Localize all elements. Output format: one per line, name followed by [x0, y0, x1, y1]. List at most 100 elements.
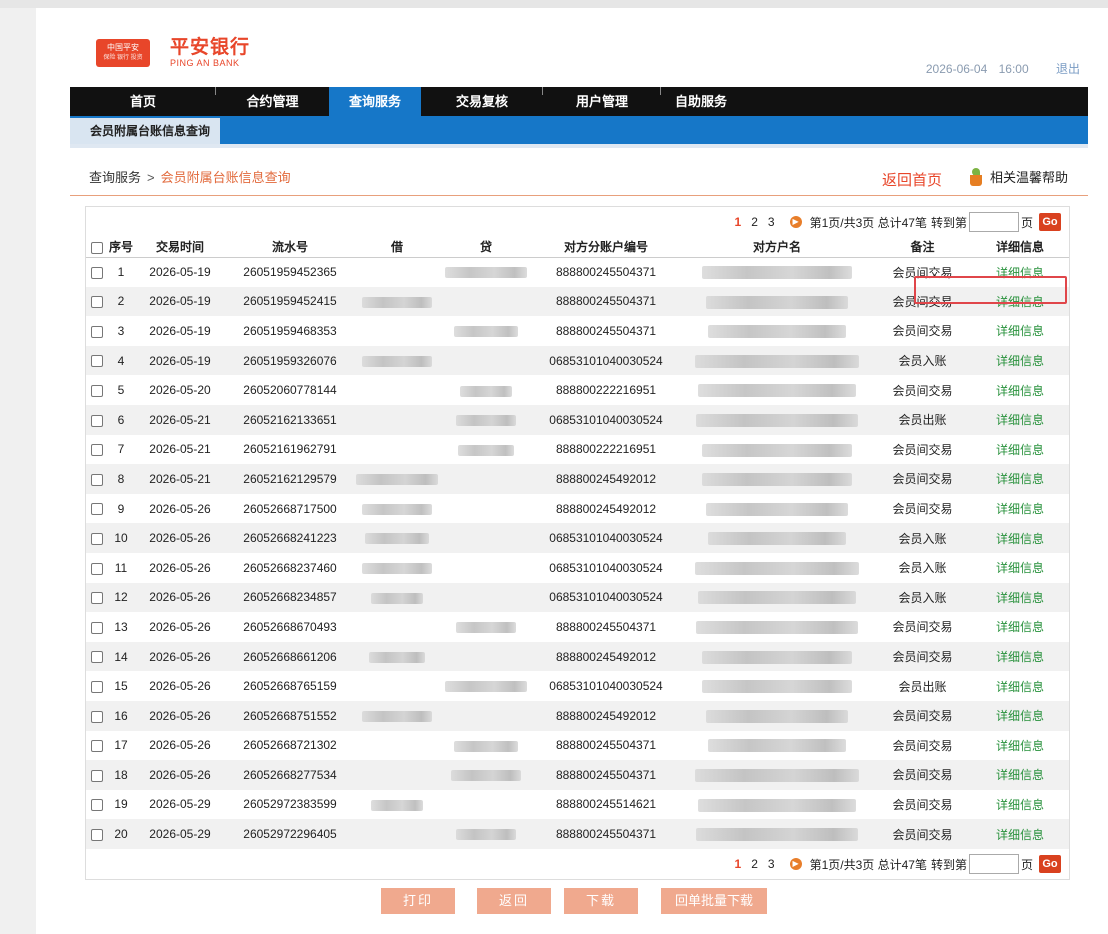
redacted-amount: [454, 740, 518, 752]
table-row: 14 2026-05-26 26052668661206 88880024549201…: [86, 641, 1069, 672]
page-link-3[interactable]: 3: [768, 857, 775, 871]
cell-debit: [354, 435, 440, 465]
table-row: 19 2026-05-29 26052972383599 88880024551462…: [86, 790, 1069, 820]
nav-self-service[interactable]: 自助服务: [661, 87, 741, 116]
cell-credit: [440, 671, 532, 701]
badge-subtext: 保险 银行 投资: [103, 55, 143, 61]
row-checkbox[interactable]: [91, 414, 103, 427]
cell-serial: 26051959452415: [226, 286, 354, 317]
row-checkbox[interactable]: [91, 296, 103, 309]
nav-user-management[interactable]: 用户管理: [543, 87, 661, 116]
page-suffix: 页: [1020, 215, 1033, 230]
detail-link[interactable]: 详细信息: [971, 582, 1069, 613]
back-button[interactable]: 返回: [477, 888, 551, 914]
row-checkbox[interactable]: [91, 828, 103, 841]
row-checkbox[interactable]: [91, 473, 103, 486]
cell-account: 888800245492012: [532, 700, 680, 731]
row-checkbox[interactable]: [91, 769, 103, 782]
sub-nav-underline: [70, 144, 1088, 148]
detail-link[interactable]: 详细信息: [971, 760, 1069, 790]
page-link-2[interactable]: 2: [751, 857, 758, 871]
redacted-amount: [362, 563, 432, 575]
row-checkbox[interactable]: [91, 592, 103, 605]
cell-memo: 会员入账: [874, 345, 971, 376]
row-checkbox[interactable]: [91, 740, 103, 753]
redacted-amount: [445, 267, 527, 279]
goto-page-input[interactable]: [968, 212, 1019, 232]
detail-link[interactable]: 详细信息: [971, 790, 1069, 820]
col-header-memo: 备注: [874, 237, 971, 258]
page-link-3[interactable]: 3: [768, 215, 775, 229]
col-header-debit: 借: [354, 237, 440, 258]
row-checkbox[interactable]: [91, 651, 103, 664]
row-checkbox[interactable]: [91, 325, 103, 338]
nav-query-service[interactable]: 查询服务: [329, 87, 421, 116]
col-header-credit: 贷: [440, 237, 532, 258]
detail-link[interactable]: 详细信息: [971, 345, 1069, 376]
cell-no: 14: [108, 641, 134, 672]
plant-icon: [968, 167, 984, 186]
detail-link[interactable]: 详细信息: [971, 671, 1069, 701]
go-button[interactable]: Go: [1039, 213, 1061, 231]
detail-link[interactable]: 详细信息: [971, 523, 1069, 553]
brand-name-cn: 平安银行: [170, 37, 251, 58]
detail-link[interactable]: 详细信息: [971, 375, 1069, 405]
detail-link[interactable]: 详细信息: [971, 316, 1069, 346]
cell-no: 6: [108, 404, 134, 435]
cell-no: 18: [108, 760, 134, 790]
print-button[interactable]: 打印: [381, 888, 455, 914]
cell-name: [680, 523, 874, 553]
page-link-1[interactable]: 1: [735, 215, 742, 229]
cell-serial: 26052668241223: [226, 523, 354, 553]
row-checkbox[interactable]: [91, 621, 103, 634]
detail-link[interactable]: 详细信息: [971, 731, 1069, 761]
back-home-link[interactable]: 返回首页: [882, 169, 942, 190]
breadcrumb-parent[interactable]: 查询服务: [89, 170, 141, 185]
detail-link[interactable]: 详细信息: [971, 286, 1069, 317]
page-link-1[interactable]: 1: [735, 857, 742, 871]
download-button[interactable]: 下载: [564, 888, 638, 914]
go-button[interactable]: Go: [1039, 855, 1061, 873]
row-checkbox[interactable]: [91, 710, 103, 723]
detail-link[interactable]: 详细信息: [971, 612, 1069, 642]
row-checkbox[interactable]: [91, 532, 103, 545]
detail-link[interactable]: 详细信息: [971, 700, 1069, 731]
cell-memo: 会员间交易: [892, 738, 953, 753]
detail-link[interactable]: 详细信息: [971, 819, 1069, 849]
help-link[interactable]: 相关温馨帮助: [968, 167, 1068, 186]
nav-home[interactable]: 首页: [70, 87, 216, 116]
row-checkbox[interactable]: [91, 444, 103, 457]
row-checkbox[interactable]: [91, 799, 103, 812]
subtab-member-ledger[interactable]: 会员附属台账信息查询: [70, 118, 220, 144]
detail-link[interactable]: 详细信息: [971, 435, 1069, 465]
detail-link[interactable]: 详细信息: [971, 553, 1069, 583]
redacted-name: [696, 413, 858, 427]
redacted-name: [702, 266, 852, 280]
row-checkbox[interactable]: [91, 562, 103, 575]
detail-link[interactable]: 详细信息: [971, 494, 1069, 524]
detail-link[interactable]: 详细信息: [971, 404, 1069, 435]
detail-link[interactable]: 详细信息: [971, 257, 1069, 287]
logout-link[interactable]: 退出: [1056, 62, 1080, 76]
row-checkbox[interactable]: [91, 385, 103, 397]
row-checkbox[interactable]: [91, 355, 103, 368]
play-icon[interactable]: ▶: [789, 858, 802, 870]
detail-link[interactable]: 详细信息: [971, 641, 1069, 672]
select-all-checkbox[interactable]: [91, 241, 103, 254]
badge-text: 中国平安: [107, 43, 139, 52]
nav-contract[interactable]: 合约管理: [216, 87, 329, 116]
cell-name: [680, 790, 874, 820]
row-checkbox[interactable]: [91, 266, 103, 279]
batch-download-button[interactable]: 回单批量下载: [661, 888, 767, 914]
cell-serial: 26052668717500: [243, 501, 337, 516]
page-link-2[interactable]: 2: [751, 215, 758, 229]
cell-credit: [440, 375, 532, 405]
row-checkbox[interactable]: [91, 680, 103, 693]
play-icon[interactable]: ▶: [789, 216, 802, 228]
nav-transaction-review[interactable]: 交易复核: [421, 87, 543, 116]
detail-link[interactable]: 详细信息: [971, 464, 1069, 494]
redacted-amount: [456, 829, 516, 841]
goto-page-input[interactable]: [968, 854, 1019, 874]
row-checkbox[interactable]: [91, 503, 103, 516]
cell-date: 2026-05-21: [134, 404, 226, 435]
